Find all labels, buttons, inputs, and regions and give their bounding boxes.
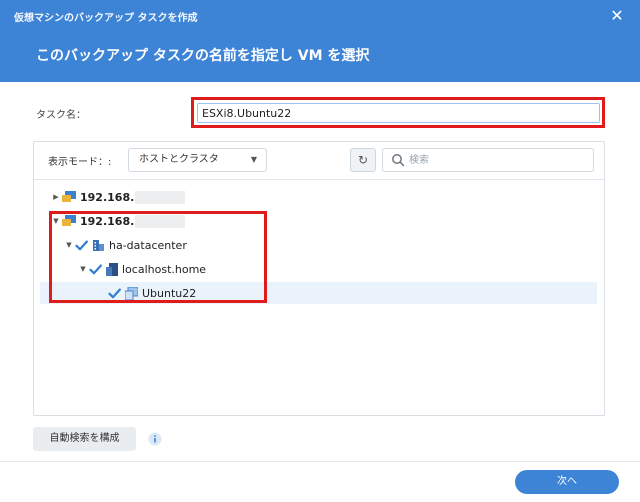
step-title: このバックアップ タスクの名前を指定し VM を選択 — [36, 48, 370, 64]
close-icon[interactable]: ✕ — [608, 6, 626, 26]
search-input[interactable] — [409, 152, 589, 168]
dialog-header: 仮想マシンのバックアップ タスクを作成 ✕ このバックアップ タスクの名前を指定… — [0, 0, 640, 82]
footer-divider — [0, 461, 640, 462]
task-name-label: タスク名： — [36, 110, 86, 121]
display-mode-select[interactable]: ホストとクラスタ ▼ — [128, 148, 267, 172]
task-name-input[interactable] — [197, 103, 600, 123]
tree-row-host1[interactable]: ▶ 192.168. — [50, 186, 186, 208]
display-mode-value: ホストとクラスタ — [139, 154, 219, 165]
display-mode-label: 表示モード：: — [48, 157, 112, 168]
next-button[interactable]: 次へ — [515, 470, 619, 494]
chevron-down-icon: ▼ — [250, 155, 257, 164]
host1-label: 192.168. — [80, 190, 135, 204]
selection-highlight — [49, 211, 267, 303]
refresh-icon[interactable]: ↻ — [350, 148, 376, 172]
redacted-address — [135, 190, 186, 204]
toolbar-divider — [34, 179, 604, 180]
info-icon[interactable] — [148, 432, 162, 446]
search-box[interactable] — [382, 148, 594, 172]
host-icon — [62, 191, 76, 202]
search-icon — [392, 154, 405, 167]
auto-detect-config-button[interactable]: 自動検索を構成 — [33, 427, 136, 451]
window-title: 仮想マシンのバックアップ タスクを作成 — [14, 13, 198, 24]
expand-right-icon[interactable]: ▶ — [50, 193, 62, 201]
